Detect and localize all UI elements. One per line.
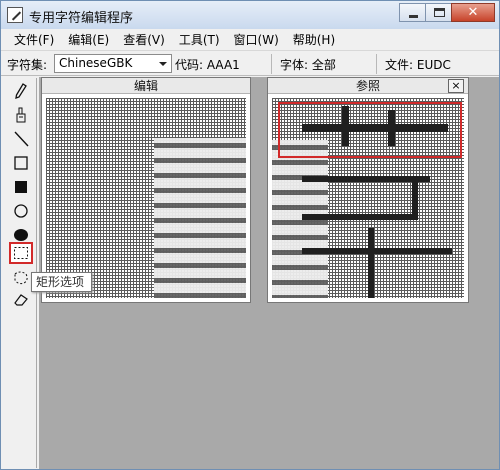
- hollow-rectangle-icon: [14, 156, 28, 170]
- glyph-stroke: [302, 248, 452, 254]
- eraser-icon: [14, 294, 28, 306]
- edit-grid[interactable]: [46, 98, 246, 298]
- pencil-tool[interactable]: [9, 80, 33, 102]
- menu-tools[interactable]: 工具(T): [172, 29, 227, 50]
- close-button[interactable]: ✕: [451, 3, 495, 22]
- info-toolbar: 字符集: ChineseGBK 代码: AAA1 字体: 全部 文件: EUDC: [1, 52, 499, 76]
- menu-bar: 文件(F) 编辑(E) 查看(V) 工具(T) 窗口(W) 帮助(H): [1, 29, 499, 51]
- glyph-preview-stripes: [154, 138, 246, 298]
- title-bar: 专用字符编辑程序 ✕: [1, 1, 499, 29]
- glyph-stroke: [302, 176, 430, 182]
- reference-close-button[interactable]: ×: [448, 79, 464, 93]
- minimize-icon: [409, 15, 418, 18]
- filled-rect-tool[interactable]: [9, 176, 33, 198]
- reference-pane: 参照 ×: [267, 77, 469, 303]
- eraser-tool[interactable]: [9, 288, 33, 310]
- close-icon: ✕: [467, 5, 479, 20]
- toolbar-divider: [376, 54, 377, 74]
- menu-file[interactable]: 文件(F): [7, 29, 61, 50]
- hollow-ellipse-tool[interactable]: [9, 200, 33, 222]
- charset-label: 字符集:: [7, 58, 48, 72]
- charset-value: ChineseGBK: [59, 56, 133, 70]
- glyph-stroke: [412, 182, 418, 218]
- rect-select-tool[interactable]: [9, 242, 33, 264]
- app-icon: [7, 7, 23, 23]
- file-label: 文件: EUDC: [385, 58, 451, 72]
- menu-view[interactable]: 查看(V): [116, 29, 172, 50]
- maximize-button[interactable]: [425, 3, 452, 22]
- line-tool[interactable]: [9, 128, 33, 150]
- toolbar-divider: [271, 54, 272, 74]
- glyph-stroke: [368, 228, 374, 298]
- hollow-ellipse-icon: [14, 204, 28, 218]
- edit-pane-title: 编辑: [42, 78, 250, 94]
- charset-select[interactable]: ChineseGBK: [54, 54, 172, 73]
- hollow-rect-tool[interactable]: [9, 152, 33, 174]
- code-label: 代码: AAA1: [175, 58, 240, 72]
- menu-edit[interactable]: 编辑(E): [61, 29, 116, 50]
- workspace: 编辑 参照 ×: [39, 77, 499, 469]
- window-controls: ✕: [399, 3, 495, 22]
- reference-selection-highlight: [278, 102, 462, 158]
- app-window: 专用字符编辑程序 ✕ 文件(F) 编辑(E) 查看(V) 工具(T) 窗口(W)…: [0, 0, 500, 470]
- filled-ellipse-icon: [14, 229, 28, 241]
- brush-tool[interactable]: [9, 104, 33, 126]
- menu-window[interactable]: 窗口(W): [227, 29, 286, 50]
- glyph-stroke: [302, 214, 418, 220]
- font-label: 字体: 全部: [280, 58, 336, 72]
- edit-pane: 编辑: [41, 77, 251, 303]
- window-title: 专用字符编辑程序: [29, 11, 134, 26]
- chevron-down-icon: [159, 62, 167, 66]
- menu-help[interactable]: 帮助(H): [286, 29, 342, 50]
- minimize-button[interactable]: [399, 3, 426, 22]
- line-icon: [14, 131, 29, 147]
- tooltip: 矩形选项: [31, 272, 92, 292]
- freeform-select-icon: [14, 271, 28, 285]
- reference-pane-title: 参照: [268, 78, 468, 94]
- brush-icon: [16, 107, 26, 123]
- pencil-icon: [15, 83, 27, 99]
- maximize-icon: [434, 8, 445, 17]
- freeform-select-tool[interactable]: [9, 267, 33, 289]
- rectangle-select-icon: [14, 247, 28, 259]
- filled-rectangle-icon: [15, 181, 27, 193]
